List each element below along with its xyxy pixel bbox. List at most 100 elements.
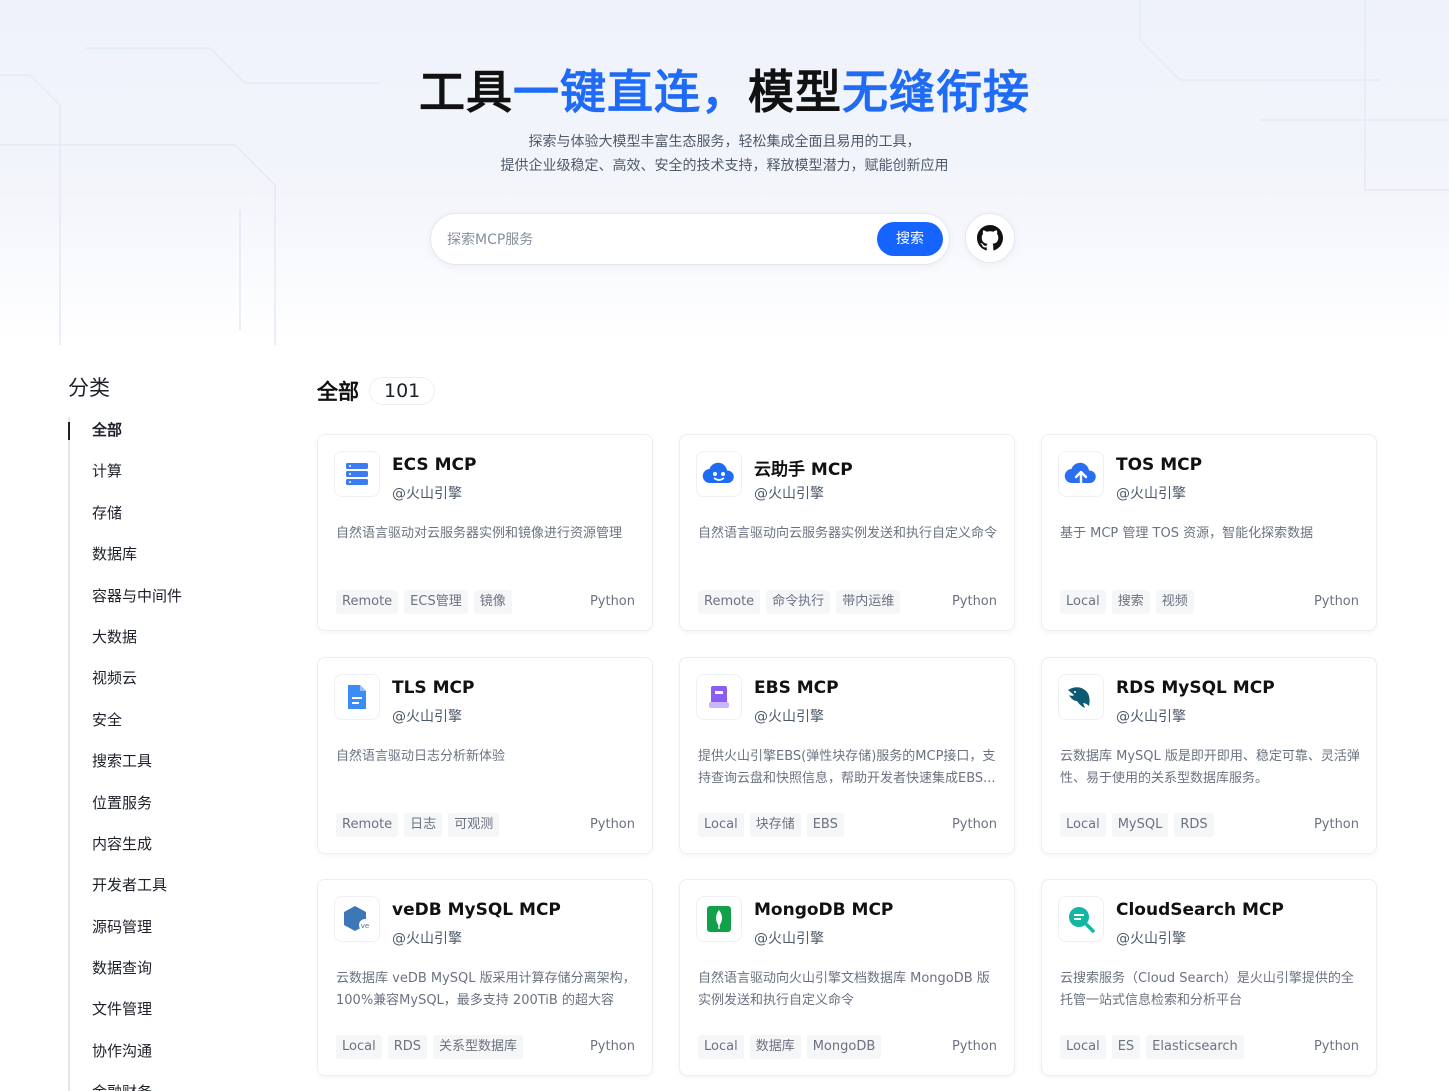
mcp-card[interactable]: CloudSearch MCP @火山引擎云搜索服务（Cloud Search）是… — [1041, 879, 1377, 1076]
card-tag: 命令执行 — [766, 590, 831, 614]
sidebar-item[interactable]: 位置服务 — [70, 790, 268, 831]
mcp-card[interactable]: MongoDB MCP @火山引擎 自然语言驱动向火山引擎文档数据库 MongoDB… — [679, 879, 1015, 1076]
card-description: 提供火山引擎EBS(弹性块存储)服务的MCP接口，支持查询云盘和快照信息，帮助开… — [698, 749, 996, 786]
card-tags: Local 数据库 MongoDB — [698, 1035, 882, 1059]
card-title: ECS MCP — [392, 455, 477, 475]
github-icon — [977, 225, 1003, 251]
card-tag: MongoDB — [806, 1035, 882, 1059]
card-tags: Local ES Elasticsearch — [1060, 1035, 1244, 1059]
card-title: TOS MCP — [1116, 455, 1203, 475]
mcp-card[interactable]: 云助手 MCP @火山引擎自然语言驱动向云服务器实例发送和执行自定义命令 Remot… — [679, 434, 1015, 631]
sidebar-item[interactable]: 数据查询 — [70, 955, 268, 996]
card-title: EBS MCP — [754, 678, 839, 698]
card-tags: Remote ECS管理 镜像 — [336, 590, 512, 614]
card-author: @火山引擎 — [754, 486, 824, 502]
sidebar-item[interactable]: 开发者工具 — [70, 872, 268, 913]
hero-title-part2: 一键直连， — [513, 65, 748, 119]
card-tag: 可观测 — [448, 813, 500, 837]
sidebar-item[interactable]: 源码管理 — [70, 914, 268, 955]
sidebar-item[interactable]: 存储 — [70, 500, 268, 541]
card-language: Python — [589, 1039, 635, 1054]
card-tags: Remote 命令执行 带内运维 — [698, 590, 901, 614]
mcp-card[interactable]: TOS MCP @火山引擎 基于 MCP 管理 TOS 资源，智能化探索数据 Loca… — [1041, 434, 1377, 631]
card-tag: Local — [1060, 813, 1106, 837]
card-author: @火山引擎 — [1116, 709, 1186, 725]
card-language: Python — [1313, 1039, 1359, 1054]
server-icon — [334, 451, 380, 497]
mcp-card[interactable]: RDS MySQL MCP @火山引擎 云数据库 MySQL 版是即开即用、稳定可靠… — [1041, 657, 1377, 854]
block-storage-icon — [696, 674, 742, 720]
card-description: 自然语言驱动对云服务器实例和镜像进行资源管理 — [336, 526, 623, 541]
hero-subtitle-line2: 提供企业级稳定、高效、安全的技术支持，释放模型潜力，赋能创新应用 — [500, 158, 949, 174]
github-button[interactable] — [965, 213, 1015, 263]
page-title: 全部 — [317, 380, 359, 404]
sidebar-item[interactable]: 协作沟通 — [70, 1038, 268, 1079]
mcp-card[interactable]: ve veDB MySQL MCP @火山引擎 云数据库 veDB MySQL 版采用… — [317, 879, 653, 1076]
sidebar-item[interactable]: 全部 — [68, 417, 268, 458]
card-tag: 镜像 — [473, 590, 512, 614]
card-tags: Local RDS 关系型数据库 — [336, 1035, 524, 1059]
mysql-dolphin-icon — [1058, 674, 1104, 720]
card-tag: Local — [1060, 1035, 1106, 1059]
main-header: 全部 101 — [317, 376, 436, 406]
card-tags: Remote 日志 可观测 — [336, 813, 500, 837]
card-tag: 搜索 — [1111, 590, 1150, 614]
card-tag: EBS — [806, 813, 844, 837]
card-tags: Local 搜索 视频 — [1060, 590, 1194, 614]
sidebar-item[interactable]: 容器与中间件 — [70, 583, 268, 624]
log-file-icon — [334, 674, 380, 720]
card-title: veDB MySQL MCP — [392, 900, 561, 920]
card-author: @火山引擎 — [392, 486, 462, 502]
sidebar-title: 分类 — [68, 376, 110, 400]
card-tag: Local — [336, 1035, 382, 1059]
cloud-upload-icon — [1058, 451, 1104, 497]
card-author: @火山引擎 — [392, 709, 462, 725]
card-language: Python — [951, 1039, 997, 1054]
card-title: CloudSearch MCP — [1116, 900, 1284, 920]
sidebar-item[interactable]: 数据库 — [70, 541, 268, 582]
card-title: RDS MySQL MCP — [1116, 678, 1275, 698]
search-button[interactable]: 搜索 — [877, 222, 943, 256]
card-language: Python — [1313, 817, 1359, 832]
sidebar-item[interactable]: 搜索工具 — [70, 748, 268, 789]
card-tag: RDS — [387, 1035, 427, 1059]
card-tag: 关系型数据库 — [433, 1035, 524, 1059]
mcp-card[interactable]: ECS MCP @火山引擎自然语言驱动对云服务器实例和镜像进行资源管理 Remote… — [317, 434, 653, 631]
card-tag: Remote — [336, 590, 399, 614]
card-author: @火山引擎 — [754, 709, 824, 725]
sidebar-item[interactable]: 金融财务 — [70, 1079, 268, 1091]
cloud-search-icon — [1058, 896, 1104, 942]
category-list: 全部 计算 存储 数据库 容器与中间件 大数据 视频云 安全 搜索工具 位置服务 内容生成 开发者工具… — [68, 417, 268, 1091]
card-tags: Local 块存储 EBS — [698, 813, 844, 837]
card-language: Python — [589, 817, 635, 832]
svg-text:ve: ve — [361, 922, 369, 930]
card-tag: ECS管理 — [404, 590, 468, 614]
card-tag: Local — [698, 813, 744, 837]
mcp-card[interactable]: TLS MCP @火山引擎 自然语言驱动日志分析新体验 Remote 日志 可观测 Pyth… — [317, 657, 653, 854]
card-description: 自然语言驱动向云服务器实例发送和执行自定义命令 — [698, 526, 998, 541]
card-tag: ES — [1111, 1035, 1141, 1059]
card-title: MongoDB MCP — [754, 900, 894, 920]
sidebar-item[interactable]: 文件管理 — [70, 996, 268, 1037]
mongodb-leaf-icon — [696, 896, 742, 942]
sidebar-item[interactable]: 内容生成 — [70, 831, 268, 872]
sidebar-item[interactable]: 计算 — [70, 458, 268, 499]
cloud-assistant-icon — [696, 451, 742, 497]
card-title: 云助手 MCP — [754, 460, 853, 480]
sidebar-item[interactable]: 大数据 — [70, 624, 268, 665]
mcp-card[interactable]: EBS MCP @火山引擎提供火山引擎EBS(弹性块存储)服务的MCP接口，支持查… — [679, 657, 1015, 854]
count-badge: 101 — [369, 377, 436, 405]
category-sidebar: 分类 全部 计算 存储 数据库 容器与中间件 大数据 视频云 安全 搜索工具 位置服务 内容生成 开发… — [68, 372, 268, 1091]
card-description: 基于 MCP 管理 TOS 资源，智能化探索数据 — [1060, 526, 1314, 541]
search-input[interactable] — [447, 227, 867, 253]
card-tag: Remote — [336, 813, 399, 837]
card-description: 云搜索服务（Cloud Search）是火山引擎提供的全托管一站式信息检索和分析… — [1060, 971, 1354, 1008]
card-language: Python — [1313, 594, 1359, 609]
search-bar: 搜索 — [430, 213, 950, 265]
card-description: 自然语言驱动向火山引擎文档数据库 MongoDB 版实例发送和执行自定义命令 — [698, 971, 990, 1008]
card-author: @火山引擎 — [1116, 931, 1186, 947]
hero-title-part4: 无缝衔接 — [842, 65, 1030, 119]
card-language: Python — [951, 817, 997, 832]
sidebar-item[interactable]: 安全 — [70, 707, 268, 748]
sidebar-item[interactable]: 视频云 — [70, 665, 268, 706]
